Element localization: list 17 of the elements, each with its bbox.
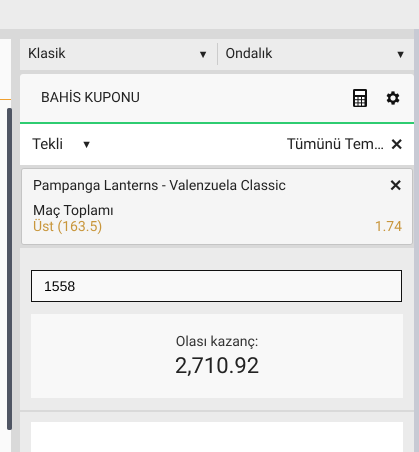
close-icon[interactable]: ✕ [389,176,402,195]
close-icon[interactable]: ✕ [390,134,403,154]
bet-type-dropdown[interactable]: Tekli ▼ [32,135,92,154]
clear-all-link[interactable]: Tümünü Tem… [286,135,384,154]
win-amount: 2,710.92 [174,354,260,378]
coupon-title: BAHİS KUPONU [41,90,140,106]
settings-icon[interactable] [384,88,402,107]
selection-pick: Üst (163.5) [33,219,102,235]
scrollbar-thumb[interactable] [7,108,12,430]
odds-value: 1.74 [374,219,402,235]
stake-field[interactable]: 1558 [31,270,402,302]
market-name: Maç Toplamı [33,203,115,219]
dropdown[interactable]: Ondalık ▼ [218,46,414,62]
event-name: Pampanga Lanterns - Valenzuela Classic [33,178,286,194]
calculator-icon[interactable] [353,88,367,107]
win-label: Olası kazanç: [176,334,258,350]
dropdown[interactable]: Klasik ▼ [20,46,216,62]
